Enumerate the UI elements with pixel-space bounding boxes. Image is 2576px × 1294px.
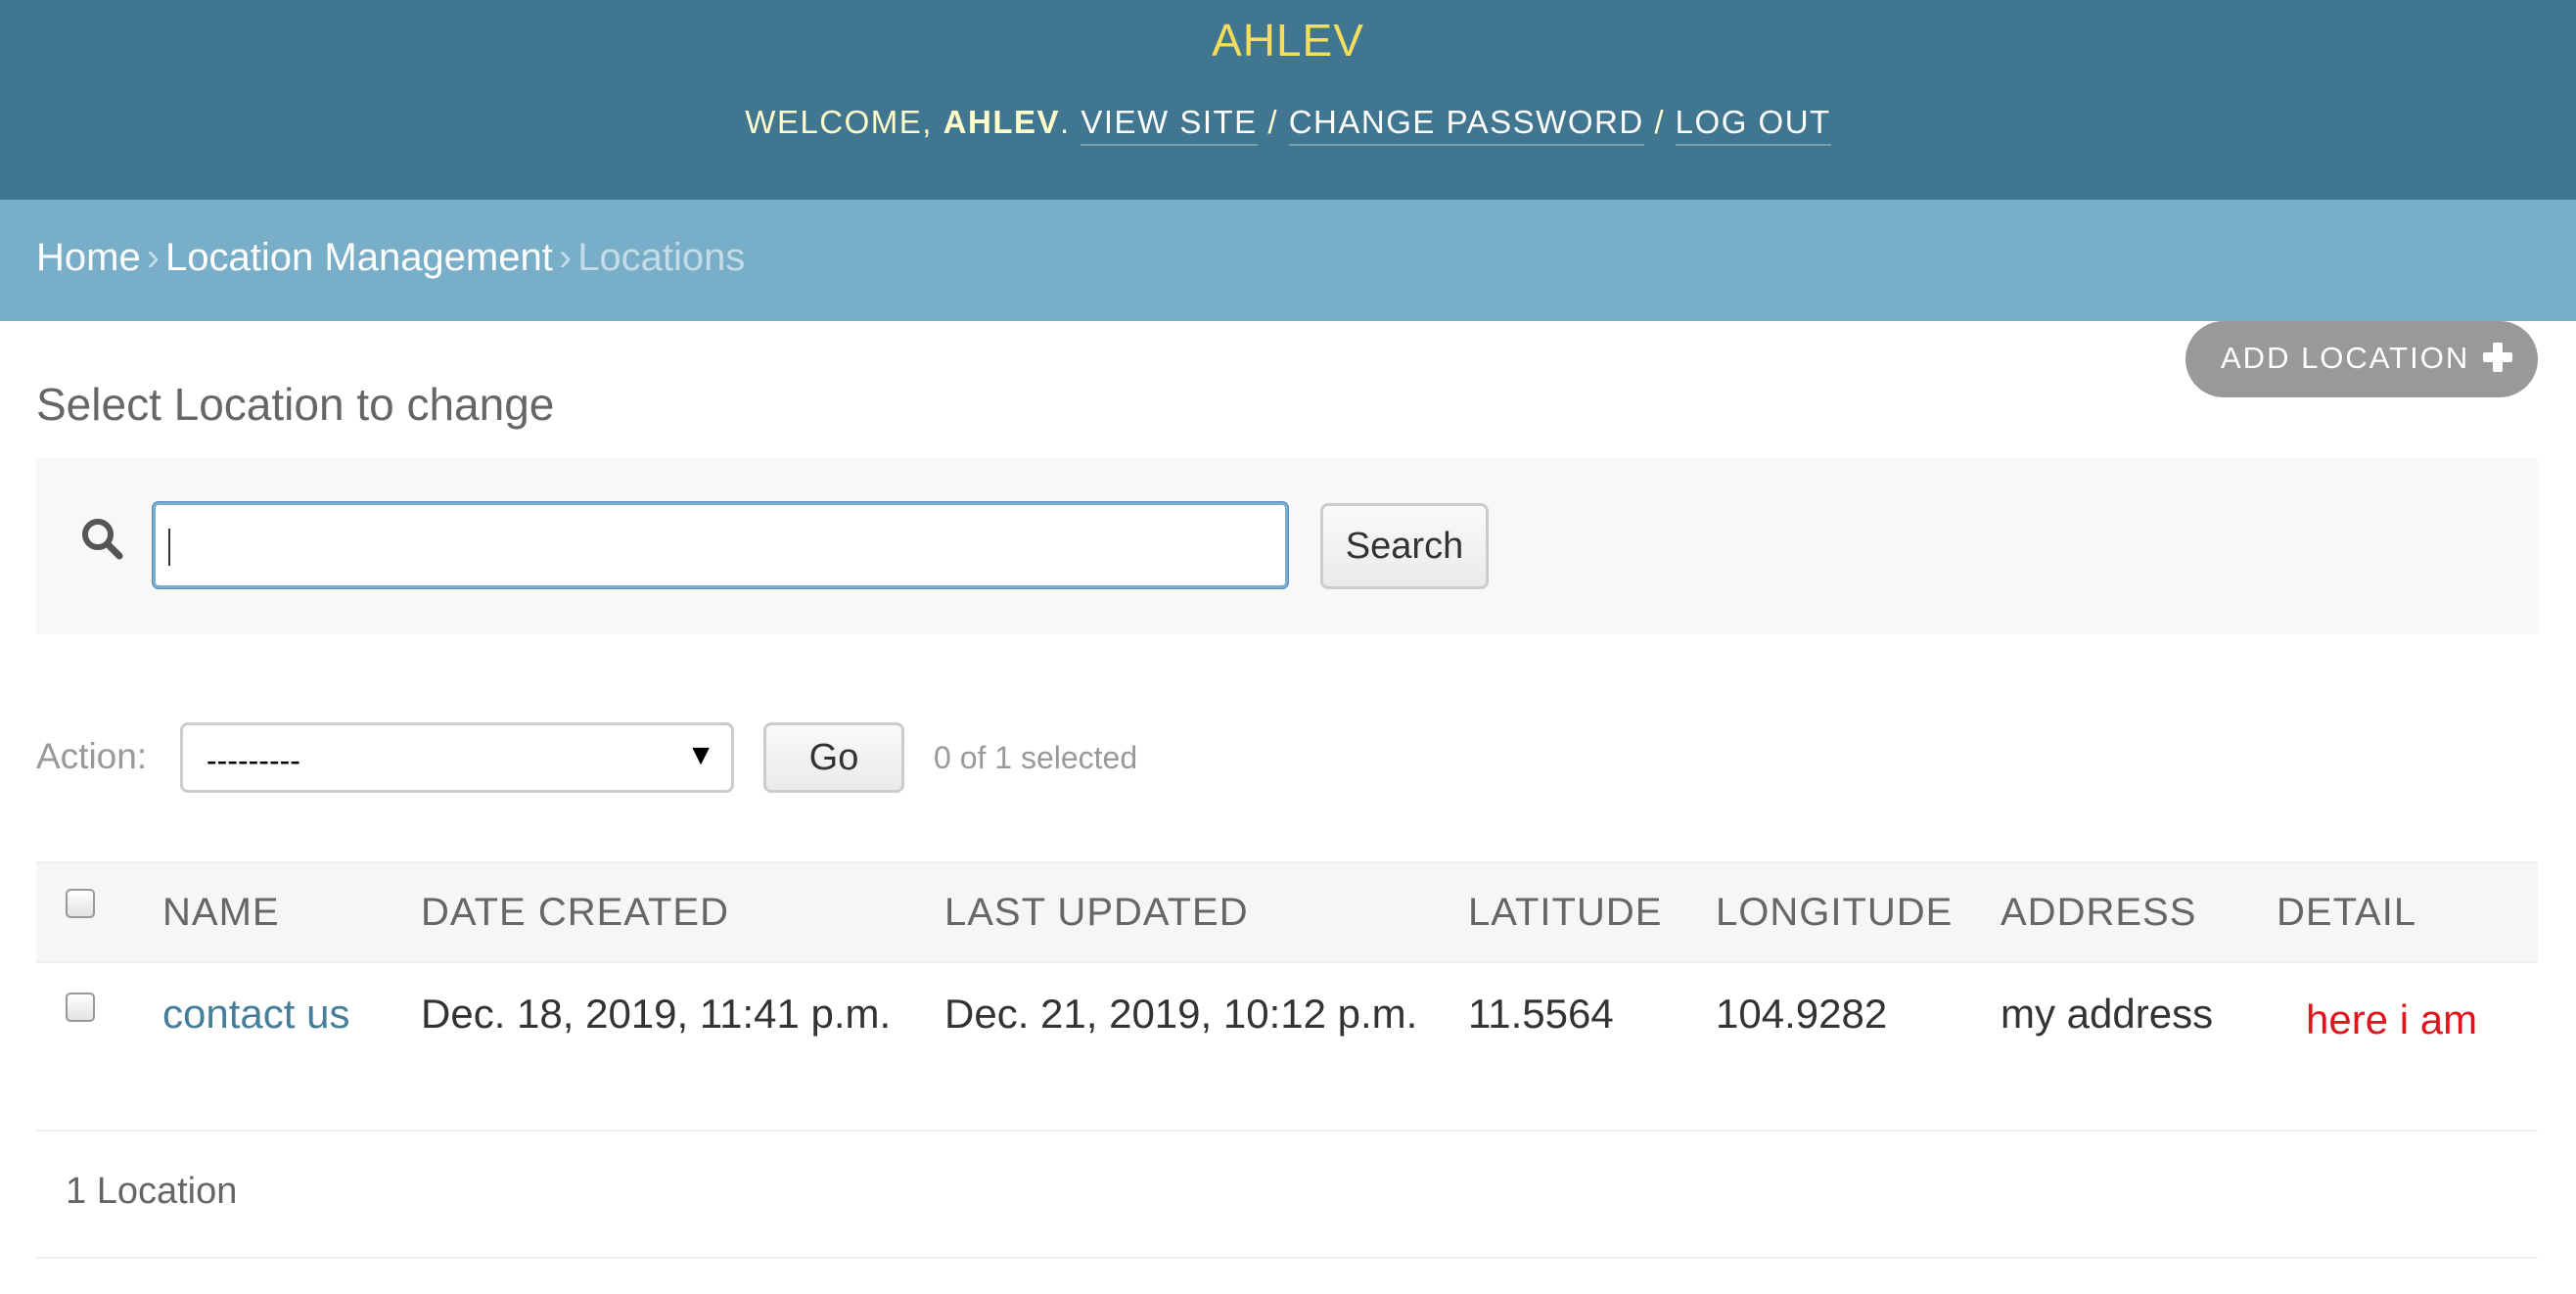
breadcrumb-separator: › — [558, 236, 573, 279]
go-button[interactable]: Go — [763, 722, 904, 793]
search-toolbar: Search — [36, 458, 2538, 634]
action-label: Action: — [36, 736, 148, 776]
row-last-updated: Dec. 21, 2019, 10:12 p.m. — [944, 991, 1418, 1037]
search-button[interactable]: Search — [1320, 503, 1489, 589]
table-row: contact us Dec. 18, 2019, 11:41 p.m. Dec… — [36, 963, 2538, 1132]
row-detail: here i am — [2306, 996, 2478, 1042]
plus-icon — [2483, 343, 2512, 372]
row-longitude: 104.9282 — [1716, 991, 1888, 1037]
user-tools-separator: / — [1643, 104, 1676, 140]
log-out-link[interactable]: LOG OUT — [1675, 104, 1831, 146]
change-password-link[interactable]: CHANGE PASSWORD — [1288, 104, 1644, 146]
column-header-date-created[interactable]: DATE CREATED — [421, 891, 729, 935]
column-header-name[interactable]: NAME — [162, 891, 280, 935]
username: AHLEV — [943, 104, 1060, 140]
add-location-label: ADD LOCATION — [2221, 341, 2470, 375]
column-header-latitude[interactable]: LATITUDE — [1468, 891, 1662, 935]
row-date-created: Dec. 18, 2019, 11:41 p.m. — [421, 991, 892, 1037]
actions-bar: Action: --------- ▼ Go 0 of 1 selected — [36, 722, 2538, 793]
breadcrumb: Home › Location Management › Locations — [0, 200, 2576, 321]
action-select-value: --------- — [207, 743, 300, 778]
row-latitude: 11.5564 — [1468, 991, 1614, 1037]
search-icon — [82, 519, 123, 560]
site-header: AHLEV WELCOME, AHLEV. VIEW SITE / CHANGE… — [0, 0, 2576, 200]
user-tools: WELCOME, AHLEV. VIEW SITE / CHANGE PASSW… — [0, 104, 2576, 146]
user-tools-separator: / — [1257, 104, 1289, 140]
breadcrumb-current: Locations — [577, 236, 746, 279]
welcome-prefix: WELCOME, — [745, 104, 943, 140]
row-checkbox[interactable] — [66, 993, 95, 1022]
row-address: my address — [2001, 991, 2214, 1037]
column-header-detail[interactable]: DETAIL — [2277, 891, 2416, 935]
text-cursor — [168, 529, 170, 566]
breadcrumb-location-management[interactable]: Location Management — [165, 236, 553, 279]
breadcrumb-separator: › — [146, 236, 161, 279]
result-count-footer: 1 Location — [36, 1132, 2538, 1259]
view-site-link[interactable]: VIEW SITE — [1081, 104, 1258, 146]
page-title: Select Location to change — [36, 379, 555, 430]
site-name: AHLEV — [1212, 15, 1364, 66]
select-all-checkbox[interactable] — [66, 889, 95, 918]
selection-counter: 0 of 1 selected — [934, 740, 1138, 775]
column-header-address[interactable]: ADDRESS — [2001, 891, 2196, 935]
add-location-button[interactable]: ADD LOCATION — [2185, 321, 2538, 397]
dropdown-arrow-icon: ▼ — [686, 739, 715, 771]
breadcrumb-home[interactable]: Home — [36, 236, 141, 279]
table-header: NAME DATE CREATED LAST UPDATED LATITUDE … — [36, 861, 2538, 963]
column-header-longitude[interactable]: LONGITUDE — [1716, 891, 1953, 935]
column-header-last-updated[interactable]: LAST UPDATED — [944, 891, 1249, 935]
search-input[interactable] — [153, 502, 1288, 588]
action-select[interactable]: --------- ▼ — [180, 722, 734, 793]
welcome-suffix: . — [1060, 104, 1081, 140]
row-name-link[interactable]: contact us — [162, 991, 349, 1038]
result-count: 1 Location — [66, 1171, 238, 1212]
